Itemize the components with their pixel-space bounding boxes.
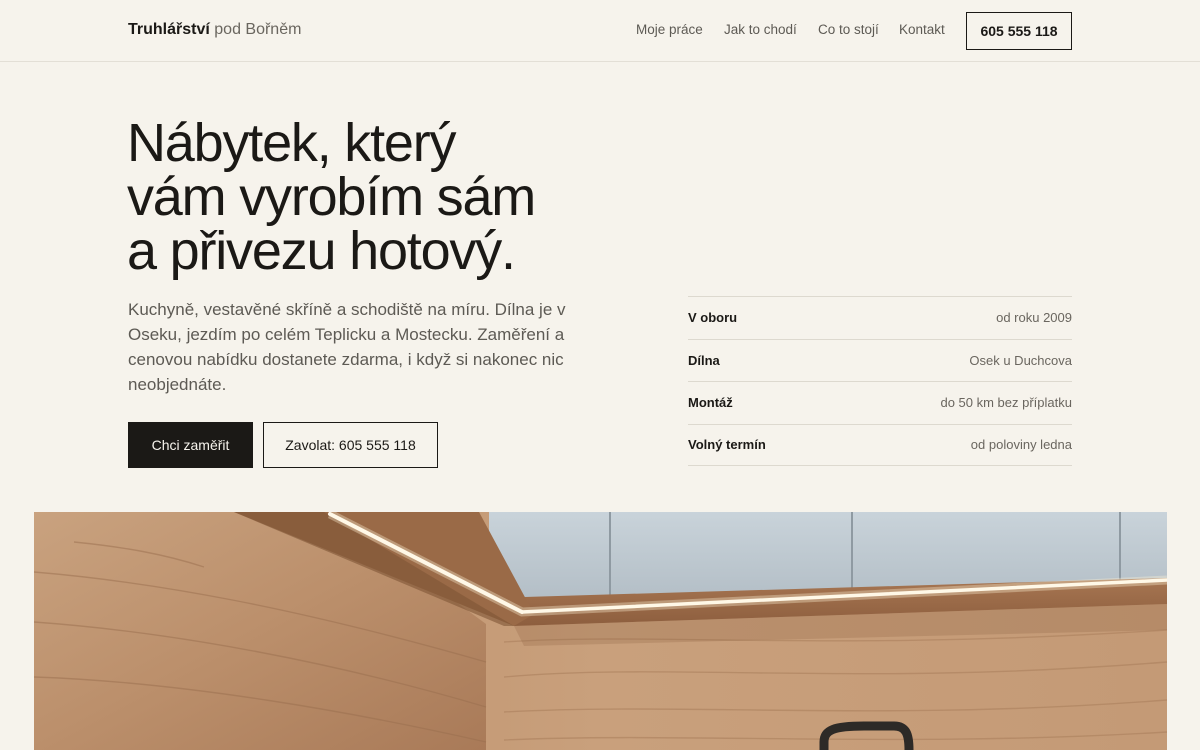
facts-table: V oboru od roku 2009 Dílna Osek u Duchco… <box>688 296 1072 466</box>
call-button[interactable]: Zavolat: 605 555 118 <box>263 422 438 468</box>
fact-label: V oboru <box>688 310 738 326</box>
brand-tagline: pod Bořněm <box>214 21 302 38</box>
brand-name: Truhlářství <box>128 21 210 38</box>
nav-moje-prace[interactable]: Moje práce <box>636 22 703 37</box>
fact-value: od roku 2009 <box>996 310 1072 326</box>
hero-title: Nábytek, který vám vyrobím sám a přivezu… <box>127 116 647 278</box>
request-measurement-button[interactable]: Chci zaměřit <box>128 422 253 468</box>
header-phone-button[interactable]: 605 555 118 <box>966 12 1072 50</box>
hero-description: Kuchyně, vestavěné skříně a schodiště na… <box>128 300 566 394</box>
nav-kontakt[interactable]: Kontakt <box>899 22 945 37</box>
fact-value: od poloviny ledna <box>970 437 1072 453</box>
kitchen-photo <box>34 512 1167 750</box>
fact-label: Dílna <box>688 352 720 368</box>
fact-row: V oboru od roku 2009 <box>688 296 1072 339</box>
fact-row: Montáž do 50 km bez příplatku <box>688 381 1072 424</box>
brand-logo[interactable]: Truhlářství pod Bořněm <box>128 21 301 39</box>
hero-title-line-2: vám vyrobím sám <box>127 167 536 227</box>
fact-label: Montáž <box>688 395 733 411</box>
fact-value: do 50 km bez příplatku <box>940 395 1072 411</box>
fact-row: Volný termín od poloviny ledna <box>688 423 1072 466</box>
kitchen-photo-illustration <box>34 512 1167 750</box>
hero-title-line-1: Nábytek, který <box>127 113 457 173</box>
fact-row: Dílna Osek u Duchcova <box>688 338 1072 382</box>
nav-jak-to-chodi[interactable]: Jak to chodí <box>724 22 797 37</box>
hero-title-line-3: a přivezu hotový. <box>127 221 516 281</box>
nav-co-to-stoji[interactable]: Co to stojí <box>818 22 879 37</box>
fact-value: Osek u Duchcova <box>969 352 1072 368</box>
site-header: Truhlářství pod Bořněm Moje práce Jak to… <box>0 0 1200 62</box>
fact-label: Volný termín <box>688 437 766 453</box>
